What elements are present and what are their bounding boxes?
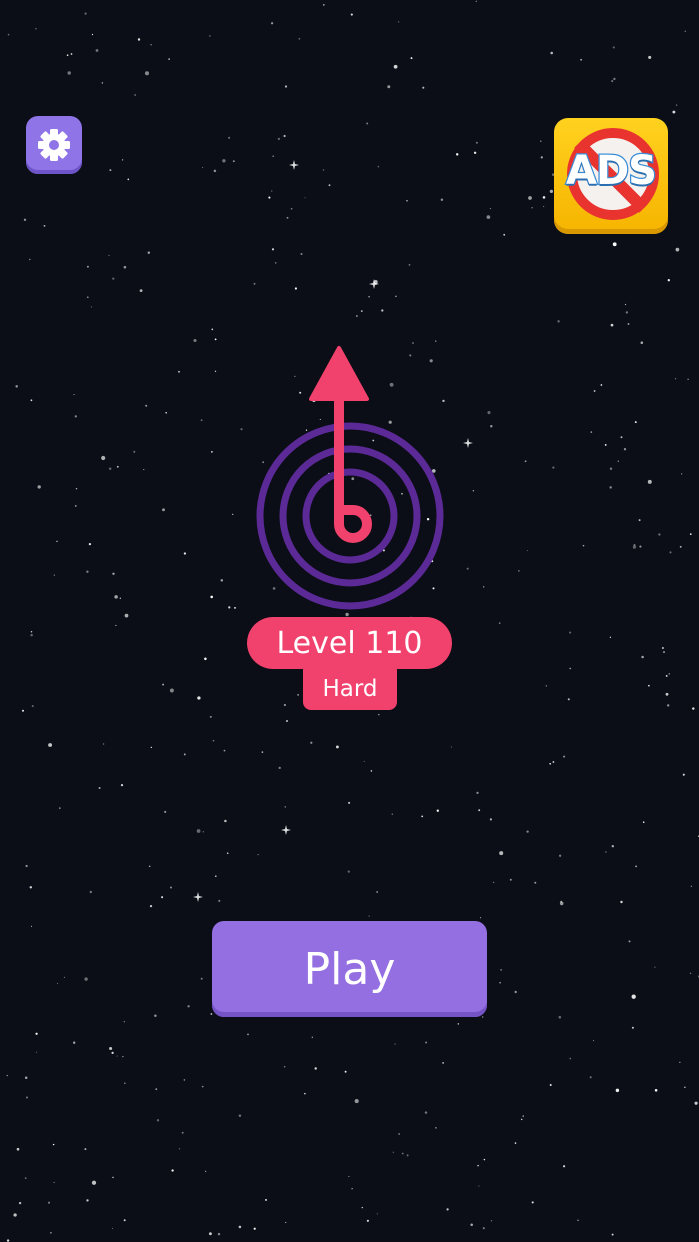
level-badge: Level 110 [247, 617, 452, 669]
play-label: Play [303, 943, 396, 995]
settings-button[interactable] [26, 116, 82, 174]
difficulty-label: Hard [322, 675, 378, 702]
spiral-arrow-level-icon [256, 346, 444, 610]
play-button[interactable]: Play [212, 921, 487, 1017]
gear-icon [38, 129, 70, 161]
remove-ads-button[interactable]: ADS [554, 118, 668, 234]
level-label: Level 110 [276, 625, 423, 661]
ads-label: ADS [565, 147, 658, 196]
difficulty-badge: Hard [303, 667, 397, 710]
